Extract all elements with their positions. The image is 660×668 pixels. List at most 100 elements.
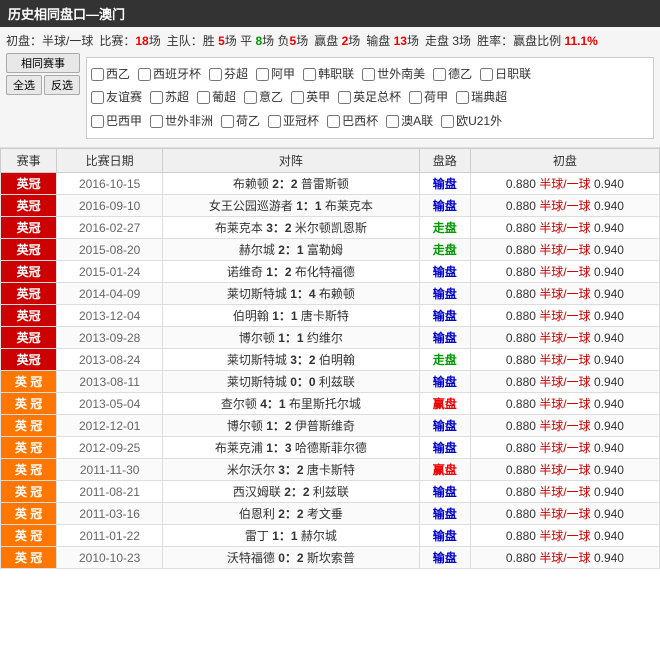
table-row: 英 冠2012-12-01博尔顿 1：2 伊普斯维奇输盘0.880 半球/一球 … bbox=[1, 415, 660, 437]
cb-swnam[interactable]: 世外南美 bbox=[362, 64, 425, 86]
cb-rdsc[interactable]: 瑞典超 bbox=[456, 87, 507, 109]
cb-suc[interactable]: 苏超 bbox=[150, 87, 189, 109]
cell-league: 英 冠 bbox=[1, 459, 57, 481]
col-date: 比赛日期 bbox=[57, 149, 163, 173]
cb-pgc[interactable]: 葡超 bbox=[197, 87, 236, 109]
cell-matchup: 布莱克本 3：2 米尔顿凯恩斯 bbox=[163, 217, 419, 239]
cell-matchup: 莱切斯特城 3：2 伯明翰 bbox=[163, 349, 419, 371]
cell-panlu: 输盘 bbox=[419, 481, 470, 503]
cell-league: 英 冠 bbox=[1, 371, 57, 393]
cell-league: 英冠 bbox=[1, 217, 57, 239]
table-row: 英冠2013-08-24莱切斯特城 3：2 伯明翰走盘0.880 半球/一球 0… bbox=[1, 349, 660, 371]
table-row: 英 冠2013-08-11莱切斯特城 0：0 利兹联输盘0.880 半球/一球 … bbox=[1, 371, 660, 393]
cell-chupan: 0.880 半球/一球 0.940 bbox=[470, 481, 659, 503]
cell-chupan: 0.880 半球/一球 0.940 bbox=[470, 217, 659, 239]
cb-ouy21[interactable]: 欧U21外 bbox=[441, 111, 502, 133]
cell-panlu: 输盘 bbox=[419, 525, 470, 547]
cb-yzlb[interactable]: 英足总杯 bbox=[338, 87, 401, 109]
cb-yj[interactable]: 英甲 bbox=[291, 87, 330, 109]
cb-dey[interactable]: 德乙 bbox=[433, 64, 472, 86]
cell-date: 2013-09-28 bbox=[57, 327, 163, 349]
table-row: 英 冠2012-09-25布莱克浦 1：3 哈德斯菲尔德输盘0.880 半球/一… bbox=[1, 437, 660, 459]
cb-ygb[interactable]: 亚冠杯 bbox=[268, 111, 319, 133]
cell-date: 2015-01-24 bbox=[57, 261, 163, 283]
cell-league: 英冠 bbox=[1, 305, 57, 327]
cell-matchup: 女王公园巡游者 1：1 布莱克本 bbox=[163, 195, 419, 217]
cell-panlu: 走盘 bbox=[419, 239, 470, 261]
cell-league: 英 冠 bbox=[1, 503, 57, 525]
cell-chupan: 0.880 半球/一球 0.940 bbox=[470, 327, 659, 349]
cb-fenc[interactable]: 芬超 bbox=[209, 64, 248, 86]
cell-chupan: 0.880 半球/一球 0.940 bbox=[470, 503, 659, 525]
filter-row-2: 友谊赛 苏超 葡超 意乙 英甲 英足总杯 荷甲 瑞典超 bbox=[91, 87, 649, 109]
table-row: 英 冠2010-10-23沃特福德 0：2 斯坎索普输盘0.880 半球/一球 … bbox=[1, 547, 660, 569]
cell-league: 英 冠 bbox=[1, 415, 57, 437]
cell-matchup: 莱切斯特城 1：4 布赖顿 bbox=[163, 283, 419, 305]
filter-row-3: 巴西甲 世外非洲 荷乙 亚冠杯 巴西杯 澳A联 欧U21外 bbox=[91, 111, 649, 133]
cell-date: 2012-09-25 bbox=[57, 437, 163, 459]
cell-chupan: 0.880 半球/一球 0.940 bbox=[470, 283, 659, 305]
table-row: 英冠2015-01-24诺维奇 1：2 布化特福德输盘0.880 半球/一球 0… bbox=[1, 261, 660, 283]
cb-hey[interactable]: 荷乙 bbox=[221, 111, 260, 133]
cell-panlu: 输盘 bbox=[419, 195, 470, 217]
cb-yiy[interactable]: 意乙 bbox=[244, 87, 283, 109]
filter-bar: 初盘：半球/一球 比赛：18场 主队：胜 5场 平 8场 负5场 赢盘 2场 输… bbox=[0, 27, 660, 148]
cb-hj[interactable]: 荷甲 bbox=[409, 87, 448, 109]
cell-league: 英冠 bbox=[1, 195, 57, 217]
cb-xbjyb[interactable]: 西班牙杯 bbox=[138, 64, 201, 86]
table-row: 英 冠2013-05-04查尔顿 4：1 布里斯托尔城赢盘0.880 半球/一球… bbox=[1, 393, 660, 415]
cell-date: 2011-08-21 bbox=[57, 481, 163, 503]
col-panlu: 盘路 bbox=[419, 149, 470, 173]
cell-matchup: 伯明翰 1：1 唐卡斯特 bbox=[163, 305, 419, 327]
table-row: 英冠2014-04-09莱切斯特城 1：4 布赖顿输盘0.880 半球/一球 0… bbox=[1, 283, 660, 305]
cell-league: 英 冠 bbox=[1, 481, 57, 503]
cell-panlu: 赢盘 bbox=[419, 459, 470, 481]
cell-matchup: 伯恩利 2：2 考文垂 bbox=[163, 503, 419, 525]
table-row: 英冠2015-08-20赫尔城 2：1 富勒姆走盘0.880 半球/一球 0.9… bbox=[1, 239, 660, 261]
cell-panlu: 输盘 bbox=[419, 283, 470, 305]
cb-bzb[interactable]: 巴西杯 bbox=[327, 111, 378, 133]
cell-date: 2015-08-20 bbox=[57, 239, 163, 261]
cell-matchup: 博尔顿 1：1 约维尔 bbox=[163, 327, 419, 349]
table-header-row: 赛事 比赛日期 对阵 盘路 初盘 bbox=[1, 149, 660, 173]
cell-league: 英 冠 bbox=[1, 393, 57, 415]
cell-panlu: 赢盘 bbox=[419, 393, 470, 415]
cell-chupan: 0.880 半球/一球 0.940 bbox=[470, 349, 659, 371]
same-matches-button[interactable]: 相同赛事 bbox=[6, 53, 80, 73]
table-row: 英冠2013-09-28博尔顿 1：1 约维尔输盘0.880 半球/一球 0.9… bbox=[1, 327, 660, 349]
cb-bzj[interactable]: 巴西甲 bbox=[91, 111, 142, 133]
cell-panlu: 走盘 bbox=[419, 217, 470, 239]
cell-league: 英冠 bbox=[1, 349, 57, 371]
stats-row: 初盘：半球/一球 比赛：18场 主队：胜 5场 平 8场 负5场 赢盘 2场 输… bbox=[6, 31, 654, 53]
cell-matchup: 雷丁 1：1 赫尔城 bbox=[163, 525, 419, 547]
cell-chupan: 0.880 半球/一球 0.940 bbox=[470, 459, 659, 481]
cb-swfz[interactable]: 世外非洲 bbox=[150, 111, 213, 133]
cell-chupan: 0.880 半球/一球 0.940 bbox=[470, 437, 659, 459]
table-row: 英 冠2011-03-16伯恩利 2：2 考文垂输盘0.880 半球/一球 0.… bbox=[1, 503, 660, 525]
col-chupan: 初盘 bbox=[470, 149, 659, 173]
cell-chupan: 0.880 半球/一球 0.940 bbox=[470, 173, 659, 195]
cell-matchup: 西汉姆联 2：2 利兹联 bbox=[163, 481, 419, 503]
cell-date: 2014-04-09 bbox=[57, 283, 163, 305]
cb-xiy[interactable]: 西乙 bbox=[91, 64, 130, 86]
cell-panlu: 输盘 bbox=[419, 305, 470, 327]
invert-button[interactable]: 反选 bbox=[44, 75, 80, 95]
cell-league: 英冠 bbox=[1, 173, 57, 195]
cb-aj[interactable]: 阿甲 bbox=[256, 64, 295, 86]
cb-aol[interactable]: 澳A联 bbox=[386, 111, 433, 133]
cb-yys[interactable]: 友谊赛 bbox=[91, 87, 142, 109]
cb-hzl[interactable]: 韩职联 bbox=[303, 64, 354, 86]
cell-panlu: 走盘 bbox=[419, 349, 470, 371]
table-row: 英 冠2011-01-22雷丁 1：1 赫尔城输盘0.880 半球/一球 0.9… bbox=[1, 525, 660, 547]
col-league: 赛事 bbox=[1, 149, 57, 173]
select-all-button[interactable]: 全选 bbox=[6, 75, 42, 95]
league-filter: 西乙 西班牙杯 芬超 阿甲 韩职联 世外南美 德乙 日职联 友谊赛 苏超 葡超 … bbox=[86, 57, 654, 140]
cell-date: 2016-09-10 bbox=[57, 195, 163, 217]
cell-panlu: 输盘 bbox=[419, 371, 470, 393]
cell-date: 2013-05-04 bbox=[57, 393, 163, 415]
cell-matchup: 布莱克浦 1：3 哈德斯菲尔德 bbox=[163, 437, 419, 459]
cb-rzl[interactable]: 日职联 bbox=[480, 64, 531, 86]
cell-panlu: 输盘 bbox=[419, 503, 470, 525]
cell-panlu: 输盘 bbox=[419, 437, 470, 459]
cell-matchup: 赫尔城 2：1 富勒姆 bbox=[163, 239, 419, 261]
